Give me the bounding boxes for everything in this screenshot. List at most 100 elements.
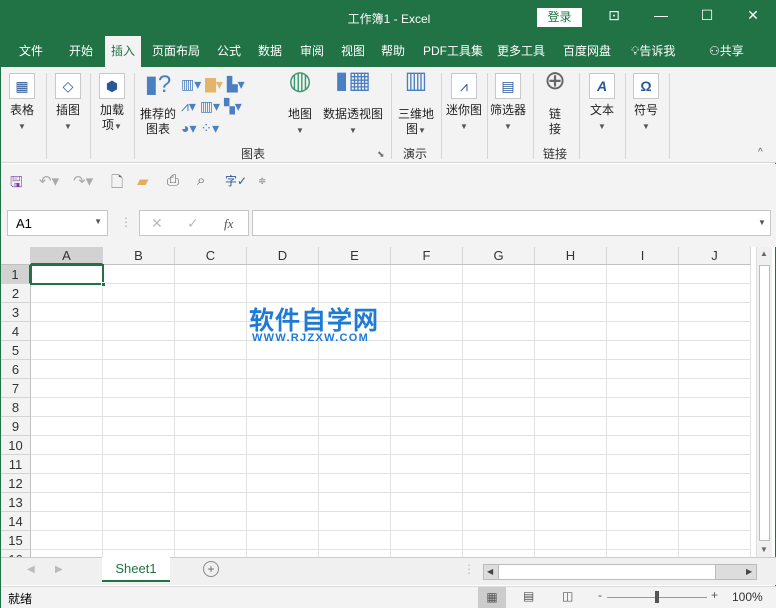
cell[interactable] bbox=[391, 341, 463, 360]
cell[interactable] bbox=[31, 303, 103, 322]
cell[interactable] bbox=[319, 455, 391, 474]
cell[interactable] bbox=[319, 379, 391, 398]
tab-file[interactable]: 文件 bbox=[13, 36, 49, 67]
share-button[interactable]: ⚇共享 bbox=[703, 36, 750, 67]
cell[interactable] bbox=[247, 493, 319, 512]
cell[interactable] bbox=[319, 417, 391, 436]
cell[interactable] bbox=[319, 265, 391, 284]
horizontal-scroll-thumb[interactable] bbox=[498, 565, 716, 579]
cell[interactable] bbox=[31, 379, 103, 398]
vertical-scroll-thumb[interactable] bbox=[759, 265, 770, 541]
cell[interactable] bbox=[319, 531, 391, 550]
cell[interactable] bbox=[175, 436, 247, 455]
scroll-left-icon[interactable]: ◀ bbox=[487, 567, 493, 576]
cell[interactable] bbox=[607, 493, 679, 512]
undo-icon[interactable]: ↶▾ bbox=[39, 172, 59, 190]
cell[interactable] bbox=[607, 417, 679, 436]
tab-more-tools[interactable]: 更多工具 bbox=[491, 36, 551, 67]
cell[interactable] bbox=[679, 360, 751, 379]
scroll-right-icon[interactable]: ▶ bbox=[746, 567, 752, 576]
chevron-down-icon[interactable]: ▼ bbox=[94, 217, 102, 226]
row-header[interactable]: 15 bbox=[1, 531, 31, 550]
cell[interactable] bbox=[31, 512, 103, 531]
cell[interactable] bbox=[247, 379, 319, 398]
fill-handle[interactable] bbox=[101, 282, 106, 287]
cell[interactable] bbox=[607, 303, 679, 322]
collapse-ribbon-icon[interactable]: ^ bbox=[758, 145, 763, 160]
pie-chart-icon[interactable]: ◕▾ bbox=[181, 120, 196, 136]
cell[interactable] bbox=[175, 455, 247, 474]
tab-review[interactable]: 审阅 bbox=[294, 36, 330, 67]
cell[interactable] bbox=[103, 303, 175, 322]
page-break-view-icon[interactable]: ◫ bbox=[562, 589, 573, 603]
close-button[interactable]: ✕ bbox=[738, 7, 768, 24]
cell[interactable] bbox=[175, 531, 247, 550]
cell[interactable] bbox=[463, 474, 535, 493]
cell[interactable] bbox=[103, 436, 175, 455]
spreadsheet-grid[interactable]: ABCDEFGHIJ12345678910111213141516 bbox=[1, 247, 756, 557]
cell[interactable] bbox=[31, 341, 103, 360]
cell[interactable] bbox=[607, 284, 679, 303]
cell[interactable] bbox=[31, 455, 103, 474]
zoom-slider-thumb[interactable] bbox=[655, 591, 659, 603]
hierarchy-chart-icon[interactable]: ▇▾ bbox=[205, 76, 223, 92]
row-header[interactable]: 3 bbox=[1, 303, 31, 322]
pivot-chart-button[interactable]: ▮▦数据透视图▼ bbox=[321, 73, 385, 138]
cell[interactable] bbox=[679, 379, 751, 398]
zoom-level[interactable]: 100% bbox=[732, 590, 763, 604]
cell[interactable] bbox=[31, 398, 103, 417]
cell[interactable] bbox=[463, 550, 535, 557]
cell[interactable] bbox=[247, 436, 319, 455]
cell[interactable] bbox=[463, 531, 535, 550]
cell[interactable] bbox=[31, 284, 103, 303]
cell[interactable] bbox=[607, 455, 679, 474]
cell[interactable] bbox=[247, 455, 319, 474]
cell[interactable] bbox=[679, 265, 751, 284]
cell[interactable] bbox=[175, 303, 247, 322]
cell[interactable] bbox=[679, 550, 751, 557]
minimize-button[interactable]: — bbox=[646, 7, 676, 23]
cell[interactable] bbox=[31, 322, 103, 341]
cell[interactable] bbox=[607, 265, 679, 284]
addins-button[interactable]: ⬢加载项▼ bbox=[96, 73, 128, 134]
maximize-button[interactable]: ☐ bbox=[692, 7, 722, 24]
waterfall-chart-icon[interactable]: ▙▾ bbox=[227, 76, 245, 92]
tab-baidu-netdisk[interactable]: 百度网盘 bbox=[557, 36, 617, 67]
cell[interactable] bbox=[463, 512, 535, 531]
cell[interactable] bbox=[391, 398, 463, 417]
cell[interactable] bbox=[175, 493, 247, 512]
cell[interactable] bbox=[679, 531, 751, 550]
illustrations-button[interactable]: ◇插图▼ bbox=[52, 73, 84, 134]
cell[interactable] bbox=[535, 265, 607, 284]
cell[interactable] bbox=[679, 417, 751, 436]
cell[interactable] bbox=[679, 303, 751, 322]
row-header[interactable]: 6 bbox=[1, 360, 31, 379]
cell[interactable] bbox=[175, 379, 247, 398]
table-button[interactable]: ▦表格▼ bbox=[7, 73, 37, 134]
cell[interactable] bbox=[319, 360, 391, 379]
login-button[interactable]: 登录 bbox=[537, 8, 582, 27]
cell[interactable] bbox=[463, 360, 535, 379]
cell[interactable] bbox=[103, 493, 175, 512]
cell[interactable] bbox=[391, 455, 463, 474]
insert-function-icon[interactable]: fx bbox=[224, 216, 233, 232]
maps-button[interactable]: ◍地图▼ bbox=[284, 73, 316, 138]
cell[interactable] bbox=[463, 341, 535, 360]
cell[interactable] bbox=[391, 436, 463, 455]
column-header[interactable]: I bbox=[607, 247, 679, 265]
cell[interactable] bbox=[391, 531, 463, 550]
enter-icon[interactable]: ✓ bbox=[187, 215, 199, 232]
cell[interactable] bbox=[607, 474, 679, 493]
row-header[interactable]: 2 bbox=[1, 284, 31, 303]
cell[interactable] bbox=[679, 322, 751, 341]
scatter-chart-icon[interactable]: ⁘▾ bbox=[200, 120, 219, 136]
ribbon-display-icon[interactable]: ⊡ bbox=[599, 7, 629, 24]
cell[interactable] bbox=[535, 550, 607, 557]
normal-view-icon[interactable]: ▦ bbox=[478, 587, 506, 608]
row-header[interactable]: 13 bbox=[1, 493, 31, 512]
cell[interactable] bbox=[175, 284, 247, 303]
cell[interactable] bbox=[679, 474, 751, 493]
cell[interactable] bbox=[247, 265, 319, 284]
row-header[interactable]: 14 bbox=[1, 512, 31, 531]
cell[interactable] bbox=[679, 398, 751, 417]
